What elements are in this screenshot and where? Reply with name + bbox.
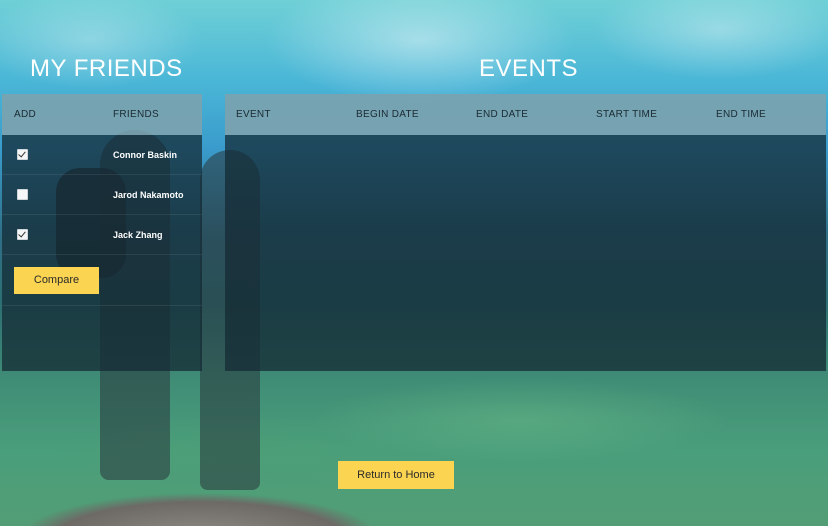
events-table-header: EVENT BEGIN DATE END DATE START TIME END… <box>225 94 826 135</box>
friends-table-header: ADD FRIENDS <box>2 94 202 135</box>
compare-row: Compare <box>2 255 202 306</box>
friend-name: Connor Baskin <box>113 149 178 160</box>
friend-row: Connor Baskin <box>2 135 202 175</box>
events-table: EVENT BEGIN DATE END DATE START TIME END… <box>225 94 826 371</box>
friend-add-checkbox[interactable] <box>17 189 28 200</box>
friend-name: Jarod Nakamoto <box>113 189 184 200</box>
column-header-add: ADD <box>14 109 37 120</box>
friend-row: Jack Zhang <box>2 215 202 255</box>
compare-button[interactable]: Compare <box>14 266 99 294</box>
column-header-event: EVENT <box>236 109 271 120</box>
friend-add-checkbox[interactable] <box>17 229 28 240</box>
friend-name: Jack Zhang <box>113 229 163 240</box>
column-header-end-time: END TIME <box>716 109 766 120</box>
page-root: MY FRIENDS EVENTS ADD FRIENDS Connor Bas… <box>0 0 828 526</box>
column-header-friends: FRIENDS <box>113 109 159 120</box>
column-header-end-date: END DATE <box>476 109 529 120</box>
my-friends-heading: MY FRIENDS <box>30 55 183 82</box>
friend-row: Jarod Nakamoto <box>2 175 202 215</box>
column-header-begin-date: BEGIN DATE <box>356 109 419 120</box>
column-header-start-time: START TIME <box>596 109 658 120</box>
friends-table: ADD FRIENDS Connor Baskin Jarod Nakamoto… <box>2 94 202 371</box>
friend-add-checkbox[interactable] <box>17 149 28 160</box>
return-to-home-button[interactable]: Return to Home <box>338 461 454 489</box>
events-heading: EVENTS <box>479 55 579 82</box>
